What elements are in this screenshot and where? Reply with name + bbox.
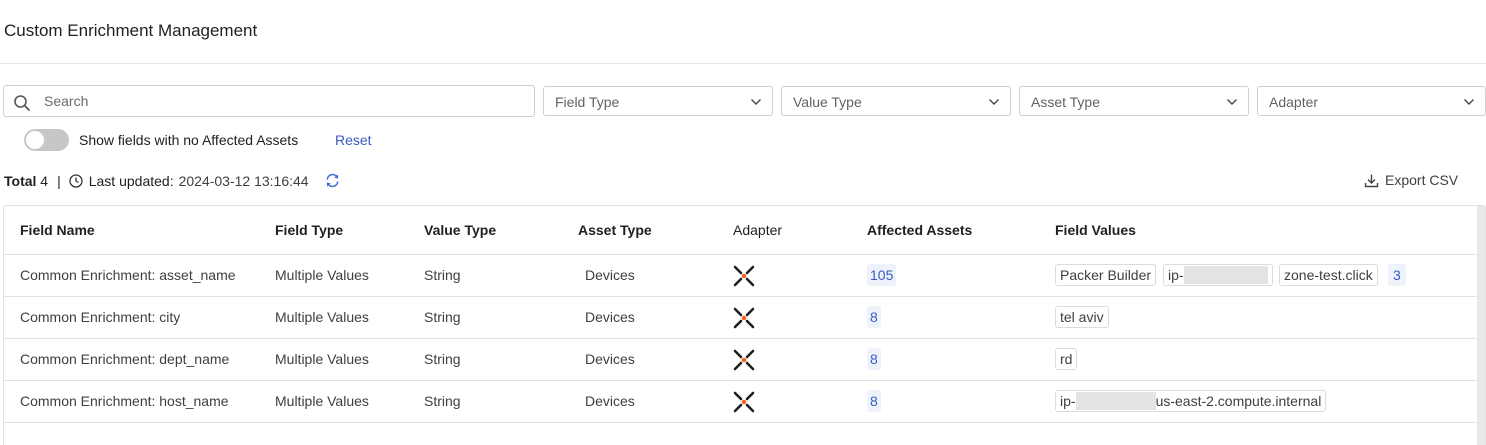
value-type-select-label: Value Type bbox=[793, 94, 862, 110]
column-header-field-name[interactable]: Field Name bbox=[20, 222, 95, 238]
field-type-cell: Multiple Values bbox=[275, 351, 369, 367]
field-value-chip: rd bbox=[1055, 348, 1078, 370]
export-csv-button[interactable]: Export CSV bbox=[1364, 172, 1458, 188]
toggle-label: Show fields with no Affected Assets bbox=[79, 132, 299, 148]
field-value-text: ip- bbox=[1168, 267, 1184, 283]
asset-type-cell: Devices bbox=[585, 393, 635, 409]
asset-type-cell: Devices bbox=[585, 267, 635, 283]
chevron-down-icon bbox=[1227, 99, 1237, 105]
total-count: 4 bbox=[40, 172, 49, 189]
table-row[interactable]: Common Enrichment: asset_name Multiple V… bbox=[4, 255, 1478, 297]
page-title: Custom Enrichment Management bbox=[4, 21, 258, 40]
affected-assets-badge[interactable]: 8 bbox=[867, 306, 881, 328]
chevron-down-icon bbox=[989, 99, 999, 105]
field-value-text: us-east-2.compute.internal bbox=[1155, 393, 1322, 409]
value-type-cell: String bbox=[424, 351, 461, 367]
summary-separator: | bbox=[57, 172, 61, 189]
field-value-chip: Packer Builder bbox=[1055, 264, 1157, 286]
value-type-cell: String bbox=[424, 393, 461, 409]
asset-type-select[interactable]: Asset Type bbox=[1019, 86, 1249, 116]
field-value-chip: zone-test.click bbox=[1279, 264, 1378, 286]
column-header-value-type[interactable]: Value Type bbox=[424, 222, 496, 238]
search-input[interactable] bbox=[44, 86, 524, 116]
enrichment-adapter-icon bbox=[733, 349, 755, 371]
column-header-asset-type[interactable]: Asset Type bbox=[578, 222, 652, 238]
table-row[interactable]: Common Enrichment: dept_name Multiple Va… bbox=[4, 339, 1478, 381]
last-updated-label: Last updated: bbox=[88, 172, 174, 189]
total-label: Total bbox=[4, 172, 37, 189]
enrichment-adapter-icon bbox=[733, 391, 755, 413]
last-updated-value: 2024-03-12 13:16:44 bbox=[178, 172, 309, 189]
asset-type-cell: Devices bbox=[585, 309, 635, 325]
adapter-select[interactable]: Adapter bbox=[1257, 86, 1486, 116]
export-csv-label: Export CSV bbox=[1385, 172, 1459, 188]
field-value-chip: tel aviv bbox=[1055, 306, 1109, 328]
table-scrollbar[interactable] bbox=[1477, 206, 1485, 445]
column-header-affected-assets[interactable]: Affected Assets bbox=[867, 222, 972, 238]
table-row[interactable]: Common Enrichment: host_name Multiple Va… bbox=[4, 381, 1478, 423]
enrichment-adapter-icon bbox=[733, 307, 755, 329]
column-header-field-values[interactable]: Field Values bbox=[1055, 222, 1136, 238]
field-value-chip: ip-us-east-2.compute.internal bbox=[1055, 390, 1327, 412]
download-icon bbox=[1364, 174, 1379, 187]
redacted-text bbox=[1183, 266, 1268, 284]
affected-assets-badge[interactable]: 105 bbox=[867, 264, 897, 286]
field-name-cell: Common Enrichment: host_name bbox=[20, 393, 229, 409]
redacted-text bbox=[1075, 392, 1156, 410]
enrichment-adapter-icon bbox=[733, 265, 755, 287]
value-type-cell: String bbox=[424, 309, 461, 325]
table-header: Field Name Field Type Value Type Asset T… bbox=[4, 206, 1478, 255]
more-values-badge[interactable]: 3 bbox=[1388, 264, 1406, 286]
field-type-cell: Multiple Values bbox=[275, 267, 369, 283]
chevron-down-icon bbox=[751, 99, 761, 105]
field-type-select-label: Field Type bbox=[555, 94, 620, 110]
search-icon bbox=[14, 95, 30, 111]
column-header-field-type[interactable]: Field Type bbox=[275, 222, 343, 238]
clock-icon bbox=[69, 173, 83, 188]
value-type-select[interactable]: Value Type bbox=[781, 86, 1011, 116]
field-name-cell: Common Enrichment: dept_name bbox=[20, 351, 230, 367]
field-name-cell: Common Enrichment: asset_name bbox=[20, 267, 236, 283]
field-value-text: ip- bbox=[1060, 393, 1076, 409]
asset-type-select-label: Asset Type bbox=[1031, 94, 1101, 110]
field-name-cell: Common Enrichment: city bbox=[20, 309, 181, 325]
search-box[interactable] bbox=[3, 85, 535, 117]
field-type-cell: Multiple Values bbox=[275, 393, 369, 409]
summary-bar: Total 4 | Last updated: 2024-03-12 13:16… bbox=[4, 172, 341, 189]
value-type-cell: String bbox=[424, 267, 461, 283]
enrichment-table: Field Name Field Type Value Type Asset T… bbox=[3, 205, 1486, 445]
affected-assets-badge[interactable]: 8 bbox=[867, 348, 881, 370]
asset-type-cell: Devices bbox=[585, 351, 635, 367]
reset-link[interactable]: Reset bbox=[335, 132, 372, 148]
no-affected-assets-toggle[interactable] bbox=[24, 129, 69, 151]
field-value-chip: ip- bbox=[1163, 264, 1273, 286]
field-type-select[interactable]: Field Type bbox=[543, 86, 773, 116]
affected-assets-badge[interactable]: 8 bbox=[867, 390, 881, 412]
adapter-select-label: Adapter bbox=[1269, 94, 1319, 110]
table-row[interactable]: Common Enrichment: city Multiple Values … bbox=[4, 297, 1478, 339]
field-type-cell: Multiple Values bbox=[275, 309, 369, 325]
refresh-icon[interactable] bbox=[324, 172, 341, 189]
header-divider bbox=[0, 63, 1486, 64]
chevron-down-icon bbox=[1464, 99, 1474, 105]
toggle-knob bbox=[26, 131, 44, 149]
column-header-adapter[interactable]: Adapter bbox=[733, 222, 782, 238]
